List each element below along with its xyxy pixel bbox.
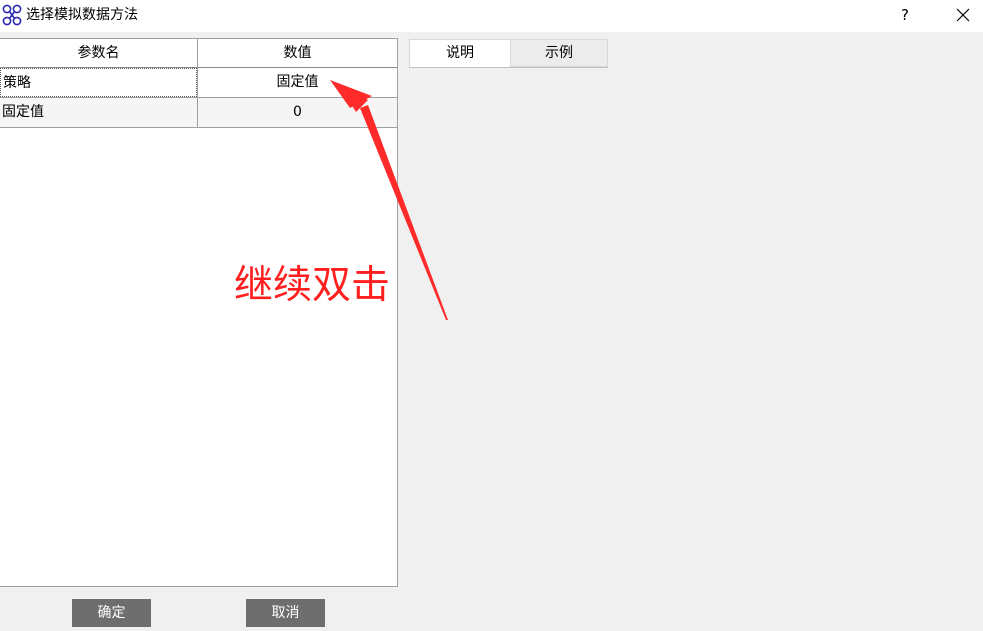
tab-example[interactable]: 示例	[511, 39, 608, 67]
table-header-row: 参数名 数值	[0, 38, 397, 68]
window-title: 选择模拟数据方法	[26, 7, 138, 23]
close-button[interactable]	[943, 0, 981, 30]
row-value-cell[interactable]: 0	[197, 98, 397, 127]
close-icon	[956, 8, 970, 22]
app-logo-icon	[2, 4, 22, 26]
tab-description[interactable]: 说明	[409, 39, 511, 67]
cancel-button[interactable]: 取消	[246, 599, 325, 627]
annotation-label: 继续双击	[234, 263, 391, 308]
dialog-window: 选择模拟数据方法 ? 参数名 数值 策略 固定值 固定值 0 说明 示例 继续双…	[0, 0, 983, 631]
ok-button[interactable]: 确定	[72, 599, 151, 627]
row-value-cell[interactable]: 固定值	[197, 68, 397, 97]
parameter-table: 参数名 数值 策略 固定值 固定值 0	[0, 38, 398, 587]
column-header-value[interactable]: 数值	[197, 39, 397, 67]
table-row[interactable]: 固定值 0	[0, 98, 397, 128]
row-name-cell[interactable]: 策略	[0, 68, 197, 97]
table-row[interactable]: 策略 固定值	[0, 68, 397, 98]
row-name-cell[interactable]: 固定值	[0, 98, 197, 127]
info-tabs: 说明 示例	[409, 39, 608, 68]
title-bar: 选择模拟数据方法 ?	[0, 0, 983, 32]
help-button[interactable]: ?	[888, 0, 922, 30]
column-header-param-name[interactable]: 参数名	[0, 39, 197, 67]
